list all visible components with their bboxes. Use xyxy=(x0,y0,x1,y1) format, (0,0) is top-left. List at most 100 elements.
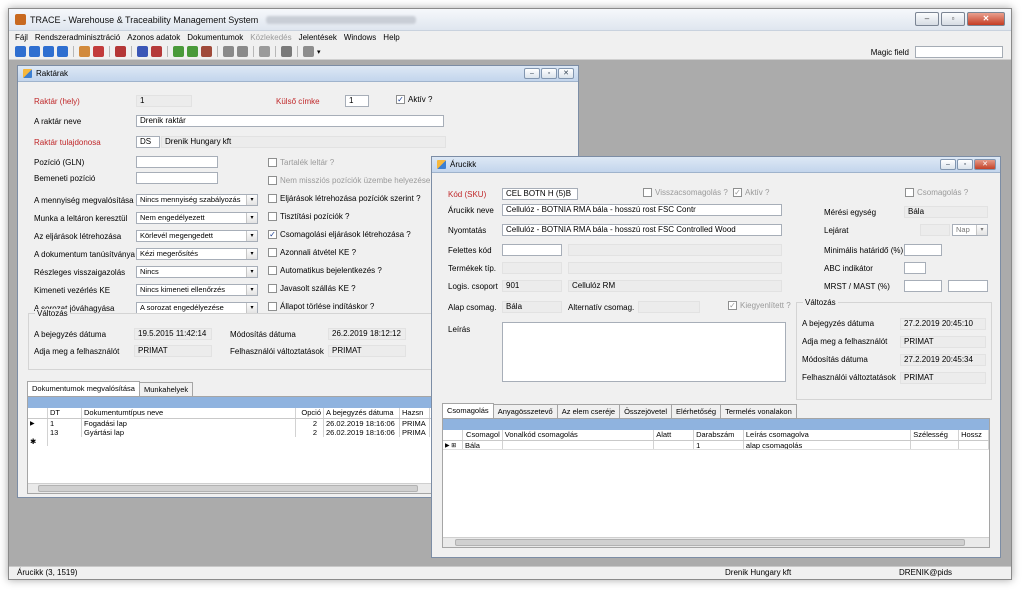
save-icon[interactable] xyxy=(137,46,148,57)
lejarat-unit-select[interactable]: Nap ▾ xyxy=(952,224,988,236)
setting-select[interactable]: Nincs mennyiség szabályozás ▾ xyxy=(136,194,258,206)
nyomtatas-input[interactable]: Cellulóz - BOTNIA RMA bála - hosszú rost… xyxy=(502,224,782,236)
check-box[interactable] xyxy=(268,158,277,167)
kod-input[interactable]: CEL BOTN H (5)B xyxy=(502,188,578,200)
new-record-icon[interactable] xyxy=(93,46,104,57)
check-box[interactable] xyxy=(268,248,277,257)
table-row[interactable]: ▶ 1 Fogadási lap 2 26.02.2019 18:16:06 P… xyxy=(28,419,439,428)
aktiv-checkbox[interactable]: ✓ Aktív ? xyxy=(733,188,769,197)
print-icon[interactable] xyxy=(237,46,248,57)
tab-elem-csereje[interactable]: Az elem cseréje xyxy=(556,404,621,419)
minimize-button[interactable]: – xyxy=(915,12,939,26)
search-icon[interactable] xyxy=(223,46,234,57)
col-alatt[interactable]: Alatt xyxy=(654,430,695,440)
minimalis-input[interactable] xyxy=(904,244,942,256)
arucikk-maximize-button[interactable]: ▫ xyxy=(957,159,973,170)
new-row[interactable]: ✱ xyxy=(28,437,439,446)
csomagolas-checkbox[interactable]: Csomagolás ? xyxy=(905,188,968,197)
pozicio-input[interactable] xyxy=(136,156,218,168)
setting-select[interactable]: Nem engedélyezett ▾ xyxy=(136,212,258,224)
setting-select[interactable]: Nincs kimeneti ellenőrzés ▾ xyxy=(136,284,258,296)
mrst-input[interactable] xyxy=(904,280,942,292)
check-box[interactable] xyxy=(268,302,277,311)
magic-field-input[interactable] xyxy=(915,46,1003,58)
next-record-icon[interactable] xyxy=(43,46,54,57)
kiegyenlitett-check-box[interactable]: ✓ xyxy=(728,301,737,310)
table-row[interactable]: ▶ ⊞ Bála 1 alap csomagolás xyxy=(443,441,989,450)
tab-csomagolas[interactable]: Csomagolás xyxy=(442,403,494,418)
leiras-textarea[interactable] xyxy=(502,322,786,382)
col-csomagol[interactable]: Csomagol xyxy=(463,430,503,440)
scroll-thumb[interactable] xyxy=(38,485,418,492)
menu-reports[interactable]: Jelentések xyxy=(299,33,337,42)
option-checkbox[interactable]: Automatikus bejelentkezés ? xyxy=(268,266,382,275)
save-close-icon[interactable] xyxy=(151,46,162,57)
kulso-cimke-input[interactable]: 1 xyxy=(345,95,369,107)
raktarak-maximize-button[interactable]: ▫ xyxy=(541,68,557,79)
tab-osszejovetel[interactable]: Összejövetel xyxy=(619,404,673,419)
arucikk-minimize-button[interactable]: – xyxy=(940,159,956,170)
kiegyenlitett-checkbox[interactable]: ✓ Kiegyenlített ? xyxy=(728,301,791,310)
filter-add-icon[interactable] xyxy=(187,46,198,57)
tab-munkahelyek[interactable]: Munkahelyek xyxy=(138,382,194,397)
col-vonalkod[interactable]: Vonalkód csomagolás xyxy=(503,430,655,440)
filter-icon[interactable] xyxy=(173,46,184,57)
col-dokumentumtipus[interactable]: Dokumentumtípus neve xyxy=(82,408,296,418)
table-row[interactable]: 13 Gyártási lap 2 26.02.2019 18:16:06 PR… xyxy=(28,428,439,437)
maximize-button[interactable]: ▫ xyxy=(941,12,965,26)
csomagolas-check-box[interactable] xyxy=(905,188,914,197)
mast-input[interactable] xyxy=(948,280,988,292)
col-bejegyzes[interactable]: A bejegyzés dátuma xyxy=(324,408,400,418)
check-box[interactable] xyxy=(268,266,277,275)
setting-select[interactable]: Körlevél megengedett ▾ xyxy=(136,230,258,242)
tab-termeles-vonalakon[interactable]: Termelés vonalakon xyxy=(720,404,797,419)
menu-help[interactable]: Help xyxy=(383,33,399,42)
col-leiras[interactable]: Leírás csomagolva xyxy=(744,430,912,440)
option-checkbox[interactable]: ✓ Csomagolási eljárások létrehozása ? xyxy=(268,230,411,239)
settings-dropdown-icon[interactable]: ▾ xyxy=(317,48,321,56)
col-hasznalo[interactable]: Hazsn xyxy=(400,408,430,418)
option-checkbox[interactable]: Tisztítási pozíciók ? xyxy=(268,212,350,221)
option-checkbox[interactable]: Javasolt szállás KE ? xyxy=(268,284,356,293)
visszacsomagolas-checkbox[interactable]: Visszacsomagolás ? xyxy=(643,188,728,197)
option-checkbox[interactable]: Állapot törlése indításkor ? xyxy=(268,302,374,311)
aktiv-check-box[interactable]: ✓ xyxy=(733,188,742,197)
filter-clear-icon[interactable] xyxy=(201,46,212,57)
first-record-icon[interactable] xyxy=(15,46,26,57)
raktarak-close-button[interactable]: ✕ xyxy=(558,68,574,79)
aktiv-checkbox[interactable]: ✓ Aktív ? xyxy=(396,95,432,104)
check-box[interactable]: ✓ xyxy=(268,230,277,239)
settings-icon[interactable] xyxy=(303,46,314,57)
option-checkbox[interactable]: Eljárások létrehozása pozíciók szerint ? xyxy=(268,194,421,203)
abc-input[interactable] xyxy=(904,262,926,274)
arucikk-close-button[interactable]: ✕ xyxy=(974,159,996,170)
felettes-input[interactable] xyxy=(502,244,562,256)
aktiv-check-box[interactable]: ✓ xyxy=(396,95,405,104)
refresh-icon[interactable] xyxy=(281,46,292,57)
check-box[interactable] xyxy=(268,212,277,221)
lejarat-field[interactable] xyxy=(920,224,950,236)
bemeneti-input[interactable] xyxy=(136,172,218,184)
tulajdonos-kod-input[interactable]: DS xyxy=(136,136,160,148)
menu-common-data[interactable]: Azonos adatok xyxy=(127,33,180,42)
delete-icon[interactable] xyxy=(115,46,126,57)
copy-icon[interactable] xyxy=(79,46,90,57)
menu-traffic[interactable]: Közlekedés xyxy=(250,33,291,42)
neve-input[interactable]: Cellulóz - BOTNIA RMA bála - hosszú rost… xyxy=(502,204,782,216)
option-checkbox[interactable]: Azonnali átvétel KE ? xyxy=(268,248,356,257)
menu-documents[interactable]: Dokumentumok xyxy=(187,33,243,42)
check-box[interactable] xyxy=(268,176,277,185)
tab-elerhetoseg[interactable]: Elérhetőség xyxy=(671,404,722,419)
menu-admin[interactable]: Rendszeradminisztráció xyxy=(35,33,120,42)
arucikk-grid-hscroll[interactable] xyxy=(443,537,989,547)
tab-anyagosszetevo[interactable]: Anyagösszetevő xyxy=(492,404,558,419)
option-checkbox[interactable]: Tartalék leltár ? xyxy=(268,158,334,167)
visszacsomagolas-check-box[interactable] xyxy=(643,188,652,197)
raktar-grid-hscroll[interactable] xyxy=(28,483,439,493)
calculator-icon[interactable] xyxy=(259,46,270,57)
setting-select[interactable]: Kézi megerősítés ▾ xyxy=(136,248,258,260)
raktarak-minimize-button[interactable]: – xyxy=(524,68,540,79)
col-darabszam[interactable]: Darabszám xyxy=(694,430,744,440)
previous-record-icon[interactable] xyxy=(29,46,40,57)
option-checkbox[interactable]: Nem missziós pozíciók üzembe helyezése ? xyxy=(268,176,437,185)
